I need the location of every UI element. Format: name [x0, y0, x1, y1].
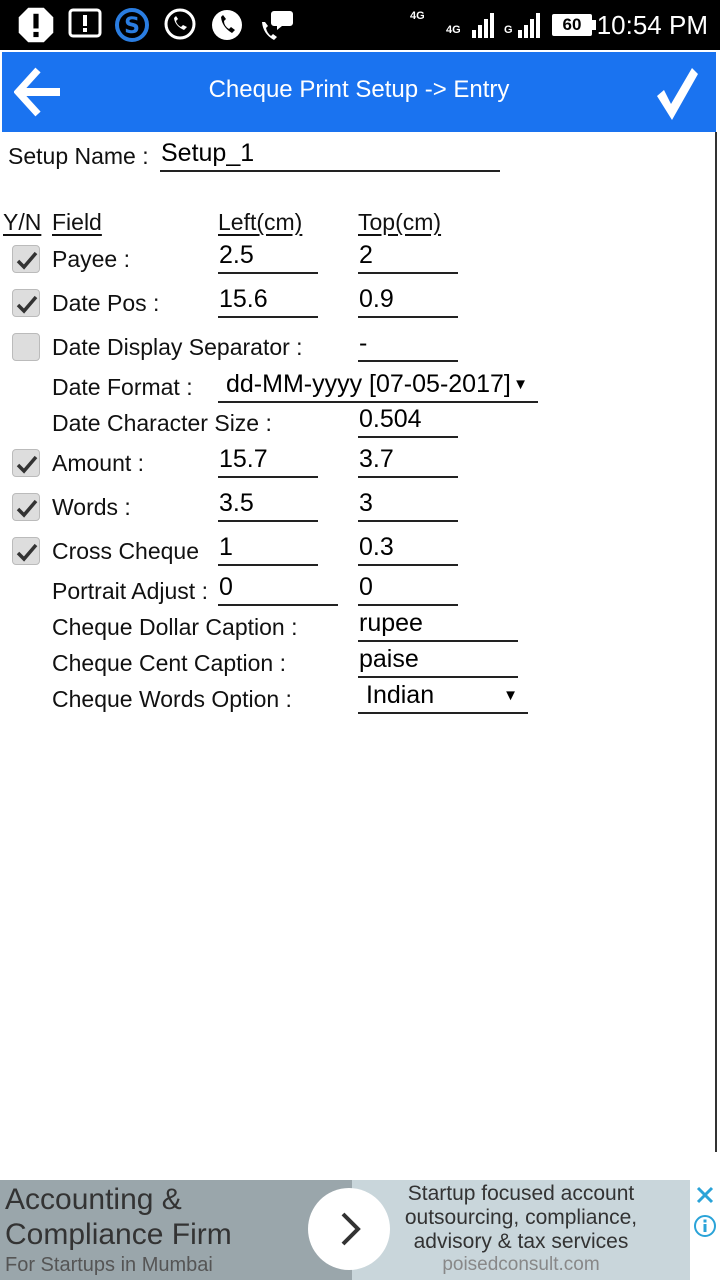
ad-go-button[interactable]	[308, 1188, 390, 1270]
header-field: Field	[52, 209, 102, 235]
status-bar: S 4G 4G G 60 10:54 PM	[0, 0, 720, 50]
ad-headline-2: Compliance Firm	[5, 1218, 232, 1251]
portrait-adjust-left-input[interactable]: 0	[218, 572, 338, 606]
ad-desc-2: outsourcing, compliance,	[404, 1206, 638, 1229]
header-top: Top(cm)	[358, 209, 442, 235]
edge-divider	[715, 132, 717, 1152]
signal-icon	[472, 13, 494, 38]
chat-call-icon	[262, 11, 293, 40]
cross-cheque-left-input[interactable]: 1	[218, 532, 318, 566]
portrait-adjust-top-input[interactable]: 0	[358, 572, 458, 606]
ad-controls	[690, 1180, 720, 1280]
signal-icon	[518, 13, 540, 38]
network-type-label: 4G	[410, 10, 425, 22]
skype-icon: S	[115, 8, 149, 42]
amount-label: Amount :	[52, 450, 145, 476]
dollar-caption-label: Cheque Dollar Caption :	[52, 614, 298, 640]
ad-headline-1: Accounting &	[5, 1183, 182, 1216]
clock: 10:54 PM	[596, 10, 708, 40]
header-left: Left(cm)	[218, 209, 303, 235]
network-type-label: G	[504, 24, 513, 36]
words-option-select[interactable]: Indian ▼	[358, 680, 528, 714]
svg-text:S: S	[124, 14, 140, 39]
cross-cheque-checkbox[interactable]	[12, 537, 40, 565]
confirm-button[interactable]	[654, 66, 700, 122]
amount-left-input[interactable]: 15.7	[218, 444, 318, 478]
words-checkbox[interactable]	[12, 493, 40, 521]
ad-banner[interactable]: Accounting & Compliance Firm For Startup…	[0, 1180, 720, 1280]
date-separator-checkbox[interactable]	[12, 333, 40, 361]
words-left-input[interactable]: 3.5	[218, 488, 318, 522]
checkmark-icon	[16, 455, 38, 474]
amount-checkbox[interactable]	[12, 449, 40, 477]
whatsapp-icon	[164, 8, 196, 40]
setup-name-input[interactable]: Setup_1	[160, 138, 500, 172]
date-format-label: Date Format :	[52, 374, 193, 400]
date-separator-input[interactable]: -	[358, 328, 458, 362]
checkmark-icon	[657, 68, 698, 120]
ad-desc-3: advisory & tax services	[413, 1230, 629, 1253]
payee-left-input[interactable]: 2.5	[218, 240, 318, 274]
amount-top-input[interactable]: 3.7	[358, 444, 458, 478]
portrait-adjust-label: Portrait Adjust :	[52, 578, 208, 604]
date-format-select[interactable]: dd-MM-yyyy [07-05-2017] ▼	[218, 369, 538, 403]
dropdown-arrow-icon: ▼	[513, 376, 528, 393]
close-icon[interactable]	[695, 1185, 715, 1205]
phone-icon	[212, 10, 242, 40]
page-title: Cheque Print Setup -> Entry	[208, 76, 510, 103]
ad-domain: poisedconsult.com	[442, 1254, 600, 1275]
date-pos-left-input[interactable]: 15.6	[218, 284, 318, 318]
cent-caption-label: Cheque Cent Caption :	[52, 650, 286, 676]
cross-cheque-top-input[interactable]: 0.3	[358, 532, 458, 566]
ad-description-panel: Startup focused account outsourcing, com…	[352, 1180, 690, 1280]
date-format-value: dd-MM-yyyy [07-05-2017]	[226, 370, 511, 398]
date-pos-checkbox[interactable]	[12, 289, 40, 317]
date-char-size-input[interactable]: 0.504	[358, 404, 458, 438]
chevron-right-icon	[341, 1212, 361, 1246]
info-icon[interactable]	[693, 1214, 717, 1238]
setup-name-label: Setup Name :	[8, 143, 149, 169]
message-alert-icon	[68, 8, 102, 38]
ad-subline: For Startups in Mumbai	[5, 1254, 213, 1276]
app-bar: Cheque Print Setup -> Entry	[2, 52, 716, 132]
checkmark-icon	[16, 295, 38, 314]
payee-top-input[interactable]: 2	[358, 240, 458, 274]
cent-caption-input[interactable]: paise	[358, 644, 518, 678]
cross-cheque-label: Cross Cheque	[52, 538, 200, 564]
header-yn: Y/N	[3, 209, 42, 235]
alert-icon	[18, 7, 54, 43]
battery-icon: 60	[552, 14, 592, 36]
payee-label: Payee :	[52, 246, 130, 272]
payee-checkbox[interactable]	[12, 245, 40, 273]
network-type-label: 4G	[446, 24, 461, 36]
date-separator-label: Date Display Separator :	[52, 334, 303, 360]
date-pos-top-input[interactable]: 0.9	[358, 284, 458, 318]
words-option-value: Indian	[366, 681, 435, 709]
words-top-input[interactable]: 3	[358, 488, 458, 522]
checkmark-icon	[16, 499, 38, 518]
ad-desc-1: Startup focused account	[407, 1182, 635, 1205]
checkmark-icon	[16, 543, 38, 562]
words-option-label: Cheque Words Option :	[52, 686, 292, 712]
battery-level: 60	[562, 15, 582, 34]
date-char-size-label: Date Character Size :	[52, 410, 272, 436]
dropdown-arrow-icon: ▼	[503, 687, 518, 704]
words-label: Words :	[52, 494, 131, 520]
checkmark-icon	[16, 251, 38, 270]
dollar-caption-input[interactable]: rupee	[358, 608, 518, 642]
date-pos-label: Date Pos :	[52, 290, 160, 316]
